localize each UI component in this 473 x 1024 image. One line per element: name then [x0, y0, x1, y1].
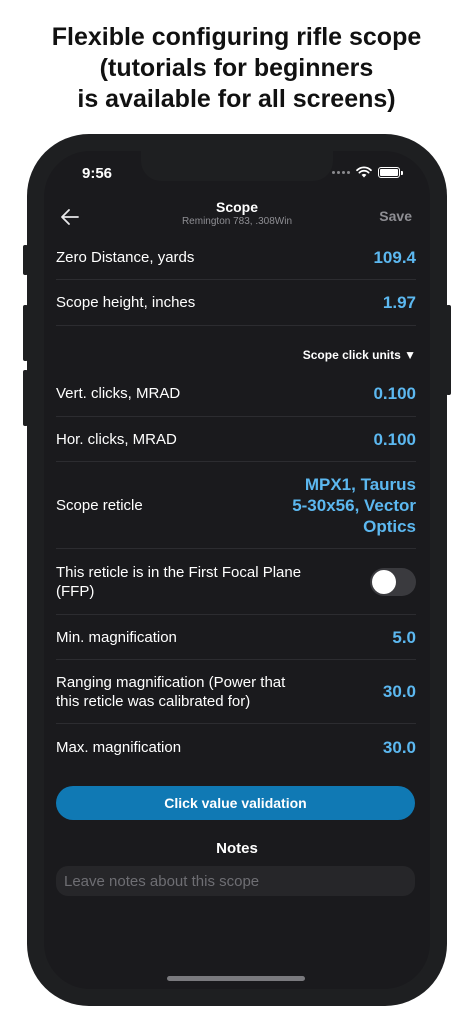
min-magnification-row[interactable]: Min. magnification 5.0: [56, 615, 416, 660]
signal-icon: [332, 170, 350, 174]
status-icons: [332, 166, 403, 178]
click-units-row: Scope click units ▼: [56, 326, 416, 371]
page-title: Scope: [215, 199, 258, 215]
scope-height-label: Scope height, inches: [56, 294, 196, 311]
hor-clicks-row[interactable]: Hor. clicks, MRAD 0.100: [56, 417, 416, 462]
hor-clicks-value[interactable]: 0.100: [373, 429, 416, 450]
min-magnification-value[interactable]: 5.0: [392, 627, 416, 648]
zero-distance-value[interactable]: 109.4: [373, 247, 416, 268]
zero-distance-row[interactable]: Zero Distance, yards 109.4: [56, 235, 416, 280]
promo-line-3: is available for all screens): [77, 85, 396, 113]
promo-line-2: (tutorials for beginners: [99, 54, 374, 82]
wifi-icon: [356, 166, 372, 178]
save-button[interactable]: Save: [379, 208, 412, 224]
ranging-label-line-1: Ranging magnification (Power that: [56, 673, 286, 691]
reticle-value-line-3: Optics: [363, 516, 416, 536]
notes-title: Notes: [216, 840, 258, 857]
page-subtitle: Remington 783, .308Win: [181, 216, 293, 227]
vert-clicks-row[interactable]: Vert. clicks, MRAD 0.100: [56, 371, 416, 417]
ranging-magnification-row[interactable]: Ranging magnification (Power that this r…: [56, 660, 416, 724]
ranging-label-line-2: this reticle was calibrated for): [56, 692, 251, 710]
scope-reticle-value[interactable]: MPX1, Taurus 5-30x56, Vector Optics: [292, 474, 416, 537]
zero-distance-label: Zero Distance, yards: [56, 248, 195, 266]
scope-reticle-label: Scope reticle: [56, 496, 143, 514]
click-value-validation-button[interactable]: Click value validation: [56, 786, 415, 820]
home-indicator[interactable]: [167, 976, 305, 981]
reticle-value-line-2: 5-30x56, Vector: [292, 495, 416, 515]
max-magnification-value[interactable]: 30.0: [383, 737, 416, 758]
min-magnification-label: Min. magnification: [56, 628, 177, 646]
ranging-magnification-label: Ranging magnification (Power that this r…: [56, 673, 285, 711]
max-magnification-row[interactable]: Max. magnification 30.0: [56, 724, 416, 770]
ffp-toggle[interactable]: [370, 567, 416, 596]
ffp-row: This reticle is in the First Focal Plane…: [56, 549, 416, 615]
vert-clicks-label: Vert. clicks, MRAD: [56, 385, 181, 402]
scope-height-row[interactable]: Scope height, inches 1.97: [56, 280, 416, 326]
phone-notch: [141, 151, 333, 181]
promo-headline: Flexible configuring rifle scope (tutori…: [0, 22, 473, 115]
promo-line-1: Flexible configuring rifle scope: [51, 23, 422, 51]
status-time: 9:56: [82, 165, 113, 182]
max-magnification-label: Max. magnification: [56, 738, 182, 756]
ffp-label-line-2: (FFP): [56, 582, 95, 600]
scope-settings-list: Zero Distance, yards 109.4 Scope height,…: [44, 235, 430, 770]
notes-input[interactable]: [56, 866, 415, 896]
app-screen: 9:56 Scope Remington 783, .308Win Save Z…: [44, 151, 430, 989]
scope-height-value[interactable]: 1.97: [383, 292, 416, 313]
hor-clicks-label: Hor. clicks, MRAD: [56, 430, 177, 448]
reticle-value-line-1: MPX1, Taurus: [304, 474, 416, 494]
ffp-label-line-1: This reticle is in the First Focal Plane: [56, 563, 302, 581]
scope-reticle-row[interactable]: Scope reticle MPX1, Taurus 5-30x56, Vect…: [56, 462, 416, 549]
battery-icon: [378, 166, 403, 178]
ffp-label: This reticle is in the First Focal Plane…: [56, 563, 301, 601]
vert-clicks-value[interactable]: 0.100: [373, 383, 416, 404]
click-units-dropdown[interactable]: Scope click units ▼: [303, 348, 416, 362]
toggle-knob: [372, 569, 396, 594]
ranging-magnification-value[interactable]: 30.0: [383, 681, 416, 702]
